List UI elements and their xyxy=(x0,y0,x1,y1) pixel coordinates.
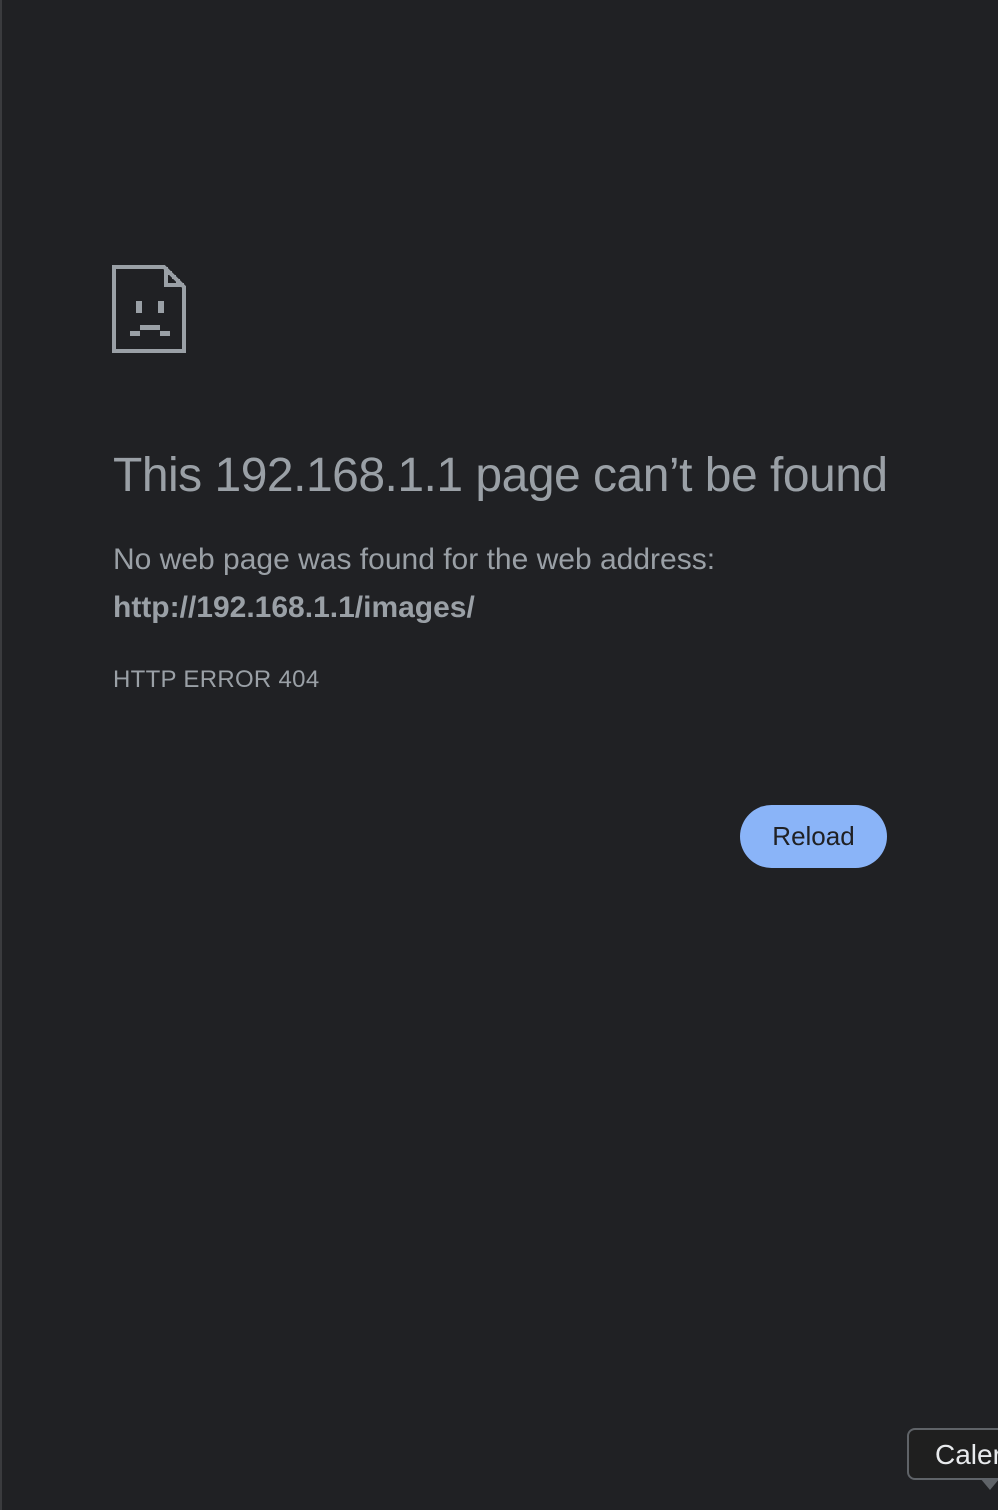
error-code: HTTP ERROR 404 xyxy=(113,666,320,693)
sad-page-icon xyxy=(112,265,186,353)
error-title: This 192.168.1.1 page can’t be found xyxy=(113,449,888,502)
tooltip-tail xyxy=(980,1478,998,1490)
window-left-edge xyxy=(0,0,2,1510)
error-url: http://192.168.1.1/images/ xyxy=(113,591,475,624)
tooltip: Caler xyxy=(907,1428,998,1480)
error-description: No web page was found for the web addres… xyxy=(113,543,716,576)
reload-button[interactable]: Reload xyxy=(740,805,887,868)
tooltip-text: Caler xyxy=(935,1439,998,1470)
